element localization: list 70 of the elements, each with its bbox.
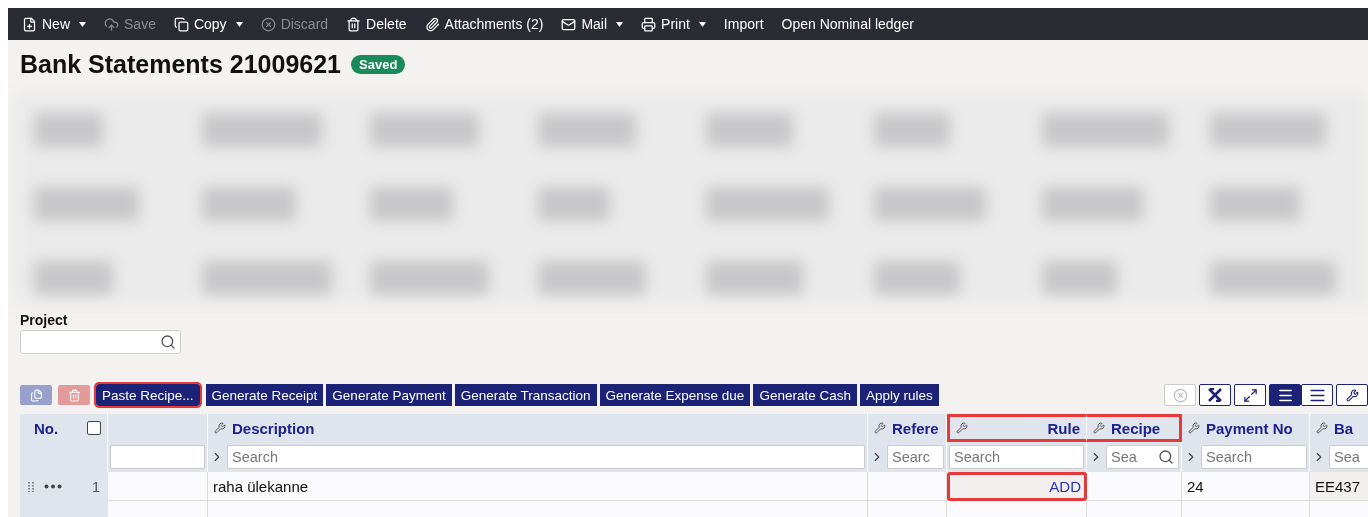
column-header[interactable]: Refere: [892, 419, 939, 437]
clear-icon: [1172, 387, 1188, 403]
wrench-icon: [1188, 422, 1200, 434]
action-button[interactable]: Generate Cash: [753, 384, 857, 406]
column-header[interactable]: Payment No: [1206, 419, 1293, 437]
expand-icon: [1242, 387, 1258, 403]
toolbar-button[interactable]: New: [22, 16, 86, 32]
wrench-icon: [214, 422, 226, 434]
wrench-icon: [1345, 388, 1359, 402]
wrench-icon: [956, 422, 968, 434]
cloud-upload-icon: [104, 16, 119, 32]
trash-icon: [346, 16, 362, 32]
column-header[interactable]: Recipe: [1111, 419, 1161, 437]
table-cell: 24: [1182, 472, 1310, 501]
action-button[interactable]: Paste Recipe...: [96, 384, 200, 406]
column-header: No.: [34, 419, 59, 437]
column-header[interactable]: Description: [232, 419, 315, 437]
checkbox[interactable]: [87, 421, 101, 435]
toolbar-button[interactable]: Print: [641, 16, 706, 32]
wrench-icon: [874, 422, 886, 434]
new-file-icon: [22, 16, 37, 32]
search-field[interactable]: Search: [949, 445, 1084, 469]
caret-icon: [698, 21, 706, 27]
column-header[interactable]: Rule: [1047, 419, 1080, 437]
action-button[interactable]: Apply rules: [859, 384, 939, 406]
row-number: 1: [91, 478, 100, 495]
search-field[interactable]: Sea: [1106, 445, 1179, 469]
expand-button[interactable]: [1234, 384, 1266, 406]
column-header[interactable]: Ba: [1334, 419, 1354, 437]
copy-icon: [29, 388, 43, 402]
more-icon[interactable]: [44, 484, 62, 489]
excel-icon: [1208, 388, 1222, 402]
action-button[interactable]: Generate Expense due: [599, 384, 751, 406]
caret-icon: [616, 21, 624, 27]
copy-icon: [173, 16, 189, 32]
paperclip-icon: [424, 16, 440, 32]
toolbar-button[interactable]: Copy: [173, 16, 243, 32]
excel-button[interactable]: [1199, 384, 1231, 406]
add-link[interactable]: ADD: [947, 472, 1087, 501]
search-field[interactable]: Sea: [1329, 445, 1368, 469]
settings-button[interactable]: [1336, 384, 1368, 406]
table-cell: raha ülekanne: [208, 472, 868, 501]
toolbar-button[interactable]: Attachments (2): [424, 16, 544, 32]
search-icon: [160, 334, 176, 350]
search-icon: [1158, 449, 1174, 465]
printer-icon: [641, 16, 657, 32]
search-field[interactable]: Search: [1201, 445, 1307, 469]
toolbar-button[interactable]: Open Nominal ledger: [781, 16, 914, 32]
search-field[interactable]: Search: [227, 445, 865, 469]
wrench-icon: [1316, 422, 1328, 434]
toolbar-button[interactable]: Mail: [561, 16, 624, 32]
field-label: Project: [20, 312, 69, 328]
caret-icon: [235, 21, 243, 27]
search-field[interactable]: Searc: [887, 445, 944, 469]
trash-icon: [67, 388, 81, 402]
status-badge: Saved: [351, 55, 406, 74]
wrench-icon: [1093, 422, 1105, 434]
toolbar-button[interactable]: Import: [723, 16, 764, 32]
view-toggle[interactable]: [1301, 384, 1333, 406]
page-title: Bank Statements 21009621: [20, 50, 342, 79]
action-button[interactable]: Generate Receipt: [205, 384, 324, 406]
action-button[interactable]: Generate Transaction: [454, 384, 597, 406]
drag-handle-icon[interactable]: [28, 481, 34, 492]
mail-icon: [561, 16, 577, 32]
view-toggle[interactable]: [1269, 384, 1301, 406]
caret-icon: [79, 21, 86, 27]
discard-icon: [260, 16, 276, 32]
action-button[interactable]: Generate Payment: [326, 384, 452, 406]
toolbar-button[interactable]: Delete: [346, 16, 407, 32]
project-field[interactable]: [20, 330, 181, 354]
